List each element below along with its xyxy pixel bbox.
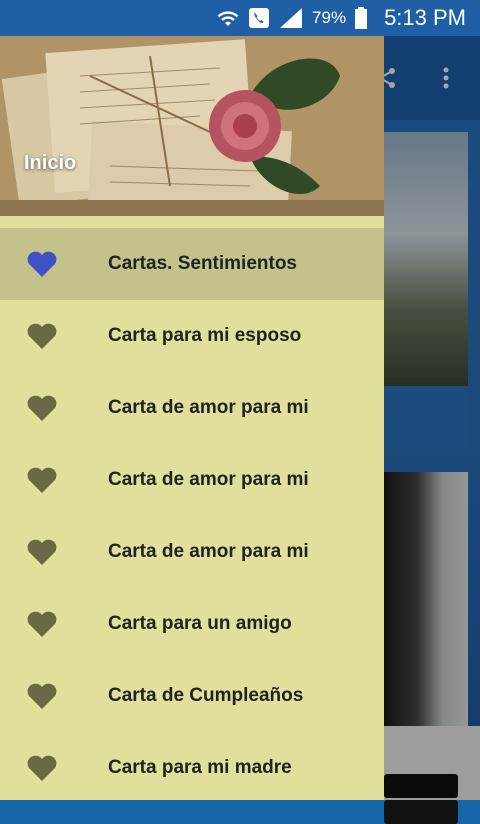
heart-icon: [27, 683, 57, 709]
heart-icon: [27, 611, 57, 637]
menu-item-carta-amor-2[interactable]: Carta de amor para mi: [0, 444, 384, 516]
menu-item-label: Carta para un amigo: [108, 613, 292, 634]
menu-item-carta-madre[interactable]: Carta para mi madre: [0, 732, 384, 800]
heart-icon: [27, 395, 57, 421]
menu-item-label: Carta de amor para mi: [108, 541, 309, 562]
signal-icon: [280, 8, 303, 28]
menu-item-carta-cumpleanos[interactable]: Carta de Cumpleaños: [0, 660, 384, 732]
app-store-badge[interactable]: [384, 800, 458, 824]
heart-icon: [27, 755, 57, 781]
heart-icon: [27, 323, 57, 349]
menu-item-label: Carta de amor para mi: [108, 397, 309, 418]
drawer-menu: Cartas. Sentimientos Carta para mi espos…: [0, 228, 384, 800]
menu-item-carta-amor-1[interactable]: Carta de amor para mi: [0, 372, 384, 444]
navigation-drawer: Inicio Cartas. Sentimientos Carta para m…: [0, 36, 384, 800]
status-bar: 79% 5:13 PM: [0, 0, 480, 36]
battery-percentage: 79%: [312, 8, 347, 27]
menu-item-carta-amigo[interactable]: Carta para un amigo: [0, 588, 384, 660]
clock: 5:13 PM: [384, 5, 466, 30]
menu-item-label: Carta de amor para mi: [108, 469, 309, 490]
battery-icon: [355, 7, 368, 29]
menu-item-label: Carta para mi esposo: [108, 325, 302, 346]
header-letters-rose-image: [0, 36, 384, 216]
heart-icon: [27, 467, 57, 493]
menu-item-carta-amor-3[interactable]: Carta de amor para mi: [0, 516, 384, 588]
wifi-icon: [217, 11, 239, 26]
drawer-scrim[interactable]: [384, 36, 480, 800]
menu-item-cartas-sentimientos[interactable]: Cartas. Sentimientos: [0, 228, 384, 300]
menu-item-label: Cartas. Sentimientos: [108, 253, 297, 274]
menu-item-label: Carta de Cumpleaños: [108, 685, 304, 706]
phone-icon: [249, 8, 270, 28]
menu-item-label: Carta para mi madre: [108, 757, 292, 778]
menu-item-carta-esposo[interactable]: Carta para mi esposo: [0, 300, 384, 372]
drawer-header-title: Inicio: [24, 152, 77, 174]
drawer-header: Inicio: [0, 36, 384, 216]
heart-icon: [27, 251, 57, 277]
heart-icon: [27, 539, 57, 565]
